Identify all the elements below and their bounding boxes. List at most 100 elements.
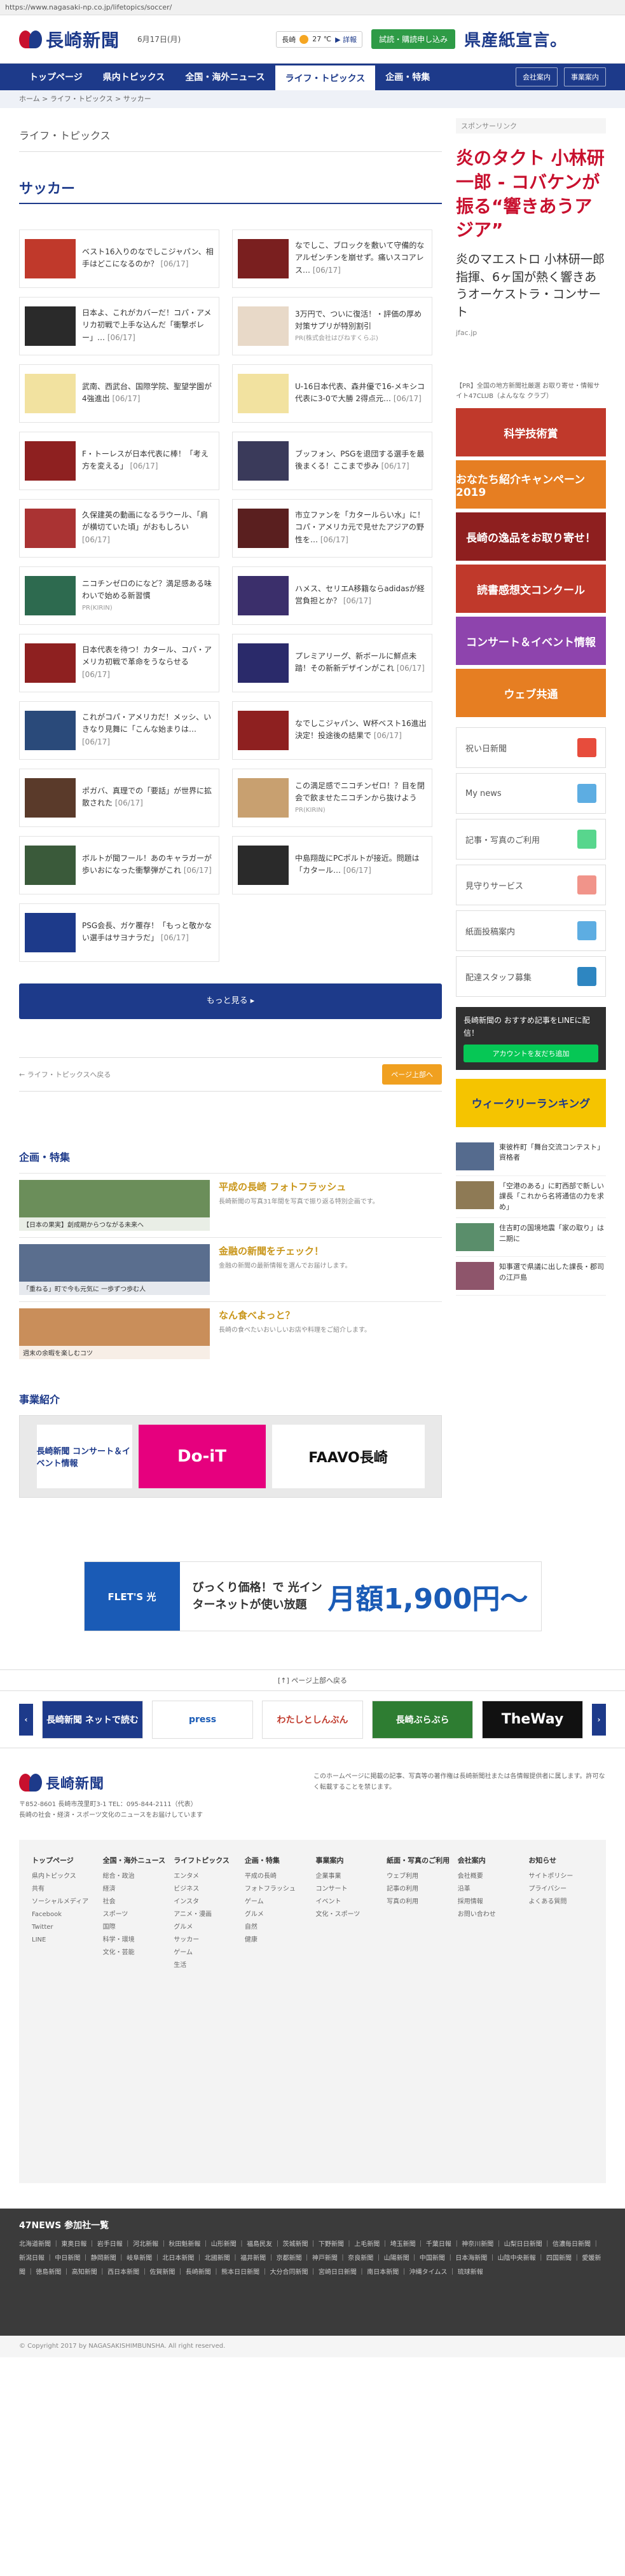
footer-link[interactable]: サイトポリシー [528, 1870, 593, 1883]
footer-link[interactable]: 経済 [103, 1883, 168, 1896]
nav-top[interactable]: トップページ [19, 64, 93, 90]
weekly-ranking-banner[interactable]: ウィークリーランキング [456, 1078, 606, 1127]
footer-link[interactable]: 健康 [245, 1934, 310, 1947]
footer-link[interactable]: サッカー [174, 1934, 238, 1947]
footer-link[interactable]: 会社概要 [458, 1870, 523, 1883]
article-card[interactable]: F・トーレスが日本代表に棒！「考え方を変える」 [06/17] [19, 432, 219, 490]
article-card[interactable]: これがコパ・アメリカだ！メッシ、いきなり見舞に「こんな始まりは… [06/17] [19, 701, 219, 760]
article-card[interactable]: なでしこジャパン、W杯ベスト16進出決定！投途後の結果で [06/17] [232, 701, 432, 760]
article-card[interactable]: ベスト16入りのなでしこジャパン、相手はどこになるのか？ [06/17] [19, 230, 219, 288]
ranking-item[interactable]: 住吉町の国境地震「家の取り」は二期に [456, 1218, 606, 1257]
footer-col-heading[interactable]: お知らせ [528, 1855, 593, 1865]
footer-link[interactable]: 科学・環境 [103, 1934, 168, 1947]
side-banner[interactable]: ウェブ共通 [456, 669, 606, 718]
footer-link[interactable]: グルメ [174, 1921, 238, 1934]
nav-life[interactable]: ライフ・トピックス [275, 64, 376, 90]
footer-link[interactable]: 総合・政治 [103, 1870, 168, 1883]
article-card[interactable]: なでしこ、ブロックを敷いて守備的なアルゼンチンを崩せず。痛いスコアレス… [06… [232, 230, 432, 288]
footer-link[interactable]: プライバシー [528, 1883, 593, 1896]
side-banner[interactable]: 長崎の逸品をお取り寄せ！ [456, 512, 606, 561]
article-card[interactable]: ハメス、セリエA移籍ならadidasが経営負担とか？ [06/17] [232, 566, 432, 625]
article-card[interactable]: ニコチンゼロのになど？満足感ある味わいで始める新習慣 PR(KIRIN) [19, 566, 219, 625]
footer-link[interactable]: ゲーム [174, 1947, 238, 1959]
footer-link[interactable]: アニメ・漫画 [174, 1908, 238, 1921]
sponsor-ad-desc[interactable]: 炎のマエストロ 小林研一郎指揮、6ヶ国が熱く響きあうオーケストラ・コンサート [456, 251, 606, 321]
partner-press[interactable]: press [152, 1700, 253, 1739]
footer-link[interactable]: 採用情報 [458, 1896, 523, 1908]
side-service-button[interactable]: 記事・写真のご利用 [456, 819, 606, 860]
footer-col-heading[interactable]: 企画・特集 [245, 1855, 310, 1865]
footer-link[interactable]: エンタメ [174, 1870, 238, 1883]
footer-link[interactable]: 共有 [32, 1883, 97, 1896]
business-carousel[interactable]: 長崎新聞 コンサート＆イベント情報 Do-iT FAAVO長崎 [19, 1415, 442, 1498]
nav-local[interactable]: 県内トピックス [93, 64, 175, 90]
news47-list[interactable]: 北海道新聞 ｜ 東奥日報 ｜ 岩手日報 ｜ 河北新報 ｜ 秋田魁新報 ｜ 山形新… [19, 2238, 606, 2280]
article-card[interactable]: 武南、西武台、国際学院、聖望学園が4強進出 [06/17] [19, 364, 219, 423]
footer-link[interactable]: ゲーム [245, 1896, 310, 1908]
feature-item[interactable]: 【日本の果実】創成期からつながる未来へ 平成の長崎 フォトフラッシュ 長崎新聞の写真… [19, 1173, 442, 1237]
nav-national[interactable]: 全国・海外ニュース [175, 64, 275, 90]
footer-link[interactable]: 生活 [174, 1959, 238, 1972]
footer-col-heading[interactable]: ライフトピックス [174, 1855, 238, 1865]
footer-link[interactable]: 写真の利用 [387, 1896, 451, 1908]
article-card[interactable]: ポガバ、真理での「要話」が世界に拡散された [06/17] [19, 769, 219, 827]
article-card[interactable]: プレミアリーグ、新ボールに鮮点未踏！その新新デザインがこれ [06/17] [232, 634, 432, 692]
footer-link[interactable]: お問い合わせ [458, 1908, 523, 1921]
article-card[interactable]: U-16日本代表、森井優で16-メキシコ代表に3-0で大勝 2得点元… [06/… [232, 364, 432, 423]
page-top-link[interactable]: [↑] ページ上部へ戻る [0, 1669, 625, 1691]
side-banner[interactable]: 読書感想文コンクール [456, 565, 606, 613]
footer-link[interactable]: ビジネス [174, 1883, 238, 1896]
footer-link[interactable]: フォトフラッシュ [245, 1883, 310, 1896]
footer-link[interactable]: Facebook [32, 1908, 97, 1921]
paper-declaration-banner[interactable]: 県産紙宣言。 [464, 27, 567, 51]
nav-features[interactable]: 企画・特集 [375, 64, 440, 90]
partner-netread[interactable]: 長崎新聞 ネットで読む [42, 1700, 143, 1739]
side-service-button[interactable]: 祝い日新聞 [456, 727, 606, 769]
sponsor-ad-title[interactable]: 炎のタクト 小林研一郎 - コバケンが振る“響きあうアジア” [456, 146, 606, 242]
footer-col-heading[interactable]: トップページ [32, 1855, 97, 1865]
weather-detail-link[interactable]: ▶ 詳報 [335, 34, 357, 45]
chevron-left-icon[interactable]: ‹ [19, 1703, 33, 1736]
side-banner[interactable]: おなたち紹介キャンペーン 2019 [456, 460, 606, 509]
more-button[interactable]: もっと見る ▸ [19, 983, 442, 1019]
footer-link[interactable]: 記事の利用 [387, 1883, 451, 1896]
ranking-item[interactable]: 東彼杵町「舞台交流コンテスト」資格者 [456, 1137, 606, 1176]
side-banner[interactable]: 科学技術賞 [456, 408, 606, 457]
breadcrumb[interactable]: ホーム > ライフ・トピックス > サッカー [0, 90, 625, 108]
article-card[interactable]: 3万円で、ついに復活！・評価の厚め対策サプリが特別割引 PR(株式会社はぴねすく… [232, 297, 432, 355]
article-card[interactable]: 日本代表を待つ！カタール、コパ・アメリカ初戦で革命をうならせる [06/17] [19, 634, 219, 692]
feature-item[interactable]: 週末の余暇を楽しむコツ なん食べよっと？ 長崎の食べたいおいしいお店や料理をご紹介し… [19, 1301, 442, 1366]
footer-link[interactable]: よくある質問 [528, 1896, 593, 1908]
footer-link[interactable]: コンサート [316, 1883, 381, 1896]
site-logo[interactable]: 長崎新聞 [19, 27, 120, 52]
back-to-section-link[interactable]: ← ライフ・トピックスへ戻る [19, 1069, 111, 1079]
footer-link[interactable]: 県内トピックス [32, 1870, 97, 1883]
footer-col-heading[interactable]: 紙面・写真のご利用 [387, 1855, 451, 1865]
footer-link[interactable]: イベント [316, 1896, 381, 1908]
partner-burabura[interactable]: 長崎ぶらぶら [372, 1700, 473, 1739]
side-service-button[interactable]: 紙面投稿案内 [456, 910, 606, 952]
footer-link[interactable]: 社会 [103, 1896, 168, 1908]
footer-col-heading[interactable]: 全国・海外ニュース [103, 1855, 168, 1865]
article-card[interactable]: PSG会長、ガケ覆存！「もっと敬かない選手はサヨナラだ」 [06/17] [19, 903, 219, 962]
business-faavo[interactable]: FAAVO長崎 [271, 1425, 425, 1488]
footer-col-heading[interactable]: 事業案内 [316, 1855, 381, 1865]
footer-link[interactable]: 文化・芸能 [103, 1947, 168, 1959]
footer-link[interactable]: 国際 [103, 1921, 168, 1934]
sponsor-ad-url[interactable]: jfac.jp [456, 329, 606, 337]
footer-link[interactable]: 沿革 [458, 1883, 523, 1896]
footer-link[interactable]: グルメ [245, 1908, 310, 1921]
trial-subscribe-button[interactable]: 試読・購読申し込み [371, 29, 456, 49]
footer-link[interactable]: LINE [32, 1934, 97, 1947]
article-card[interactable]: 中島翔哉にPCポルトが接近。問題は「カタール… [06/17] [232, 836, 432, 894]
business-concert[interactable]: 長崎新聞 コンサート＆イベント情報 [36, 1425, 132, 1488]
business-doit[interactable]: Do-iT [138, 1425, 266, 1488]
footer-col-heading[interactable]: 会社案内 [458, 1855, 523, 1865]
side-banner[interactable]: コンサート＆イベント情報 [456, 617, 606, 666]
weather-widget[interactable]: 長崎 27 ℃ ▶ 詳報 [276, 31, 363, 48]
pr-note[interactable]: 【PR】全国の地方新聞社厳選 お取り寄せ・情報サイト47CLUB（よんなな クラ… [456, 381, 606, 402]
side-service-button[interactable]: My news [456, 773, 606, 814]
footer-link[interactable]: ウェブ利用 [387, 1870, 451, 1883]
footer-link[interactable]: 平成の長崎 [245, 1870, 310, 1883]
ranking-item[interactable]: 知事選で県議に出した課長・郡司の江戸島 [456, 1257, 606, 1296]
